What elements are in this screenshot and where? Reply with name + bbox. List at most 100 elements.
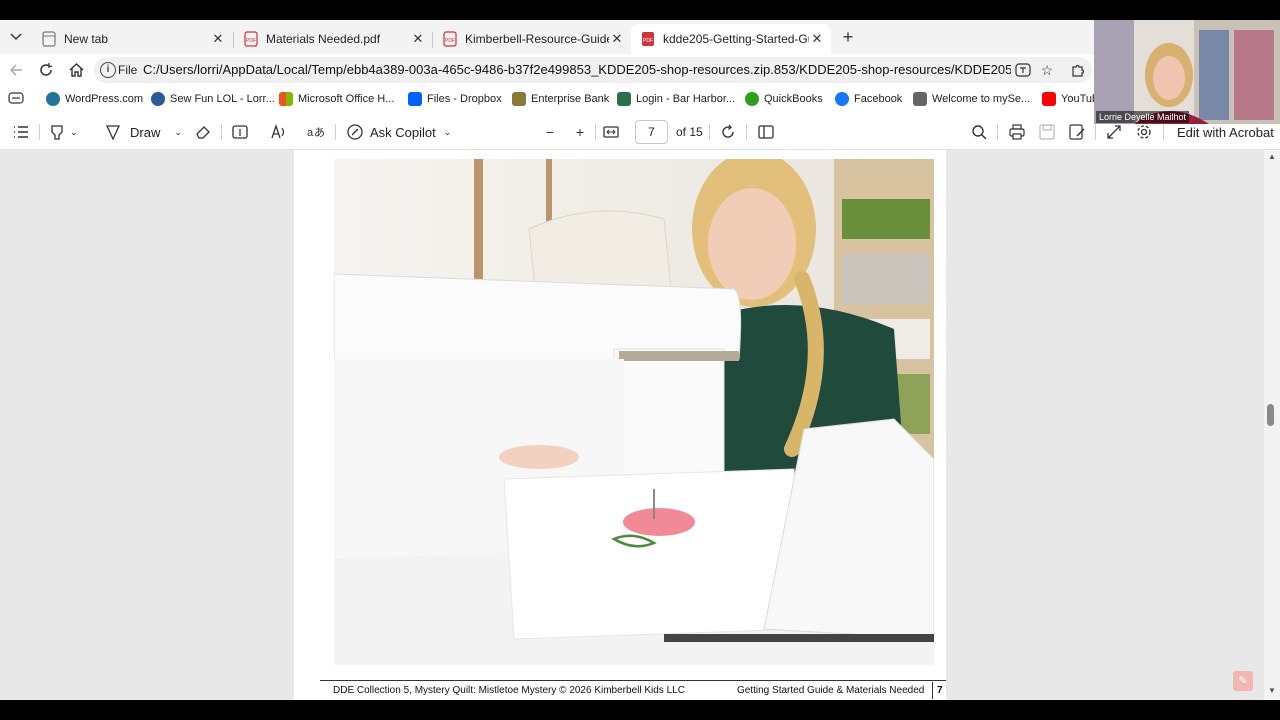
scroll-down-arrow-icon[interactable]: ▼ [1267, 686, 1277, 695]
highlighter-icon [51, 125, 63, 140]
top-black-bar [0, 0, 1280, 20]
svg-text:a: a [307, 127, 314, 139]
translate-button[interactable]: aあ [306, 122, 324, 142]
copilot-icon [347, 124, 363, 140]
find-button[interactable] [970, 122, 988, 142]
read-aloud-icon [1015, 63, 1031, 77]
gear-icon [1137, 125, 1151, 139]
chevron-down-icon[interactable]: ⌄ [174, 127, 182, 138]
zoom-in-button[interactable]: + [571, 122, 589, 142]
footer-guide-title: Getting Started Guide & Materials Needed [737, 685, 925, 696]
refresh-icon [40, 63, 53, 76]
tab-actions-menu-button[interactable] [6, 28, 26, 46]
translate-icon[interactable] [1014, 61, 1032, 79]
toolbar-separator [997, 124, 998, 140]
edit-with-acrobat-button[interactable]: Edit with Acrobat [1177, 122, 1274, 142]
svg-text:あ: あ [314, 126, 324, 139]
favorite-microsoft-office[interactable]: Microsoft Office H... [279, 92, 394, 106]
footer-copyright: DDE Collection 5, Mystery Quilt: Mistlet… [333, 685, 685, 696]
favorite-quickbooks[interactable]: QuickBooks [745, 92, 823, 106]
tab-materials-needed[interactable]: PDF Materials Needed.pdf ✕ [234, 24, 432, 54]
favorite-enterprise-bank[interactable]: Enterprise Bank [512, 92, 609, 106]
home-icon [69, 63, 83, 77]
svg-text:PDF: PDF [643, 38, 653, 44]
add-text-button[interactable] [231, 122, 249, 142]
quickbooks-icon [745, 92, 759, 106]
minus-icon: − [545, 124, 555, 140]
erase-button[interactable] [194, 122, 212, 142]
bar-harbor-icon [617, 92, 631, 106]
url-text[interactable]: C:/Users/lorri/AppData/Local/Temp/ebb4a3… [143, 62, 1011, 77]
favorite-sew-fun[interactable]: Sew Fun LOL - Lorr... [151, 92, 275, 106]
favorite-youtube[interactable]: YouTub [1042, 92, 1098, 106]
vertical-scrollbar[interactable]: ▲ ▼ [1264, 150, 1280, 700]
microsoft-logo-icon [279, 92, 293, 106]
footer-divider [932, 682, 933, 699]
favorite-myse[interactable]: Welcome to mySe... [913, 92, 1030, 106]
url-scheme-label: File [118, 63, 138, 77]
webcam-video-overlay: Lorrie Deyelle Mailhot [1094, 20, 1280, 124]
full-screen-button[interactable] [1105, 122, 1123, 142]
scrollbar-thumb[interactable] [1267, 404, 1274, 426]
pdf-icon: PDF [642, 32, 654, 46]
tab-getting-started-guide[interactable]: PDF kdde205-Getting-Started-Guide-& ✕ [631, 24, 831, 54]
table-of-contents-button[interactable] [12, 122, 30, 142]
pen-icon [105, 125, 121, 141]
close-icon[interactable]: ✕ [410, 31, 426, 47]
address-bar[interactable]: i File C:/Users/lorri/AppData/Local/Temp… [94, 57, 1092, 83]
toolbar-separator [335, 124, 336, 140]
favorite-star-icon[interactable]: ☆ [1038, 61, 1056, 79]
footer-rule [320, 680, 946, 681]
draw-button[interactable]: Draw ⌄ [104, 122, 182, 142]
tab-kimberbell-resource-guide[interactable]: PDF Kimberbell-Resource-Guide.pdf ✕ [433, 24, 631, 54]
ask-copilot-label: Ask Copilot [370, 124, 436, 140]
new-tab-button[interactable]: + [838, 28, 858, 48]
page-view-button[interactable] [757, 122, 775, 142]
close-icon[interactable]: ✕ [809, 31, 825, 47]
toolbar-separator [709, 124, 710, 140]
zoom-out-button[interactable]: − [541, 122, 559, 142]
fit-to-width-button[interactable] [602, 122, 620, 142]
chevron-down-icon[interactable]: ⌄ [70, 127, 78, 138]
read-aloud-button[interactable] [269, 122, 287, 142]
extensions-icon[interactable] [1068, 61, 1086, 79]
puzzle-icon [1071, 64, 1084, 77]
favorite-dropbox[interactable]: Files - Dropbox [408, 92, 502, 106]
arrow-left-icon [9, 64, 22, 76]
info-icon[interactable]: i [100, 62, 116, 78]
rotate-button[interactable] [719, 122, 737, 142]
bank-icon [512, 92, 526, 106]
wordpress-icon [46, 92, 60, 106]
save-button[interactable] [1038, 122, 1056, 142]
favorite-bar-harbor[interactable]: Login - Bar Harbor... [617, 92, 735, 106]
chevron-down-icon[interactable]: ⌄ [444, 127, 452, 138]
read-aloud-icon [271, 123, 285, 139]
pdf-viewer[interactable]: DDE Collection 5, Mystery Quilt: Mistlet… [0, 150, 1280, 700]
print-button[interactable] [1008, 122, 1026, 142]
settings-button[interactable] [1135, 122, 1153, 142]
refresh-button[interactable] [36, 60, 56, 80]
toolbar-separator [221, 124, 222, 140]
tab-new-tab[interactable]: New tab ✕ [32, 24, 232, 54]
ask-copilot-button[interactable]: Ask Copilot ⌄ [346, 122, 451, 142]
favorites-bar-toggle[interactable] [8, 92, 24, 104]
svg-text:PDF: PDF [246, 38, 256, 44]
highlight-button[interactable]: ⌄ [48, 122, 78, 142]
page-number-input[interactable]: 7 [635, 120, 668, 144]
acrobat-icon[interactable]: ✎ [1233, 671, 1253, 691]
plus-icon: + [842, 27, 854, 47]
save-as-button[interactable] [1068, 122, 1086, 142]
favorite-label: QuickBooks [764, 93, 823, 105]
back-button[interactable] [6, 60, 26, 80]
favorite-wordpress[interactable]: WordPress.com [46, 92, 143, 106]
participant-name-label: Lorrie Deyelle Mailhot [1096, 111, 1190, 123]
favorite-facebook[interactable]: Facebook [835, 92, 902, 106]
favorite-label: Enterprise Bank [531, 93, 610, 105]
new-tab-page-icon [42, 31, 56, 47]
home-button[interactable] [66, 60, 86, 80]
scroll-up-arrow-icon[interactable]: ▲ [1267, 152, 1277, 161]
toolbar-separator [746, 124, 747, 140]
close-icon[interactable]: ✕ [210, 31, 226, 47]
rotate-icon [722, 124, 734, 138]
close-icon[interactable]: ✕ [609, 31, 625, 47]
